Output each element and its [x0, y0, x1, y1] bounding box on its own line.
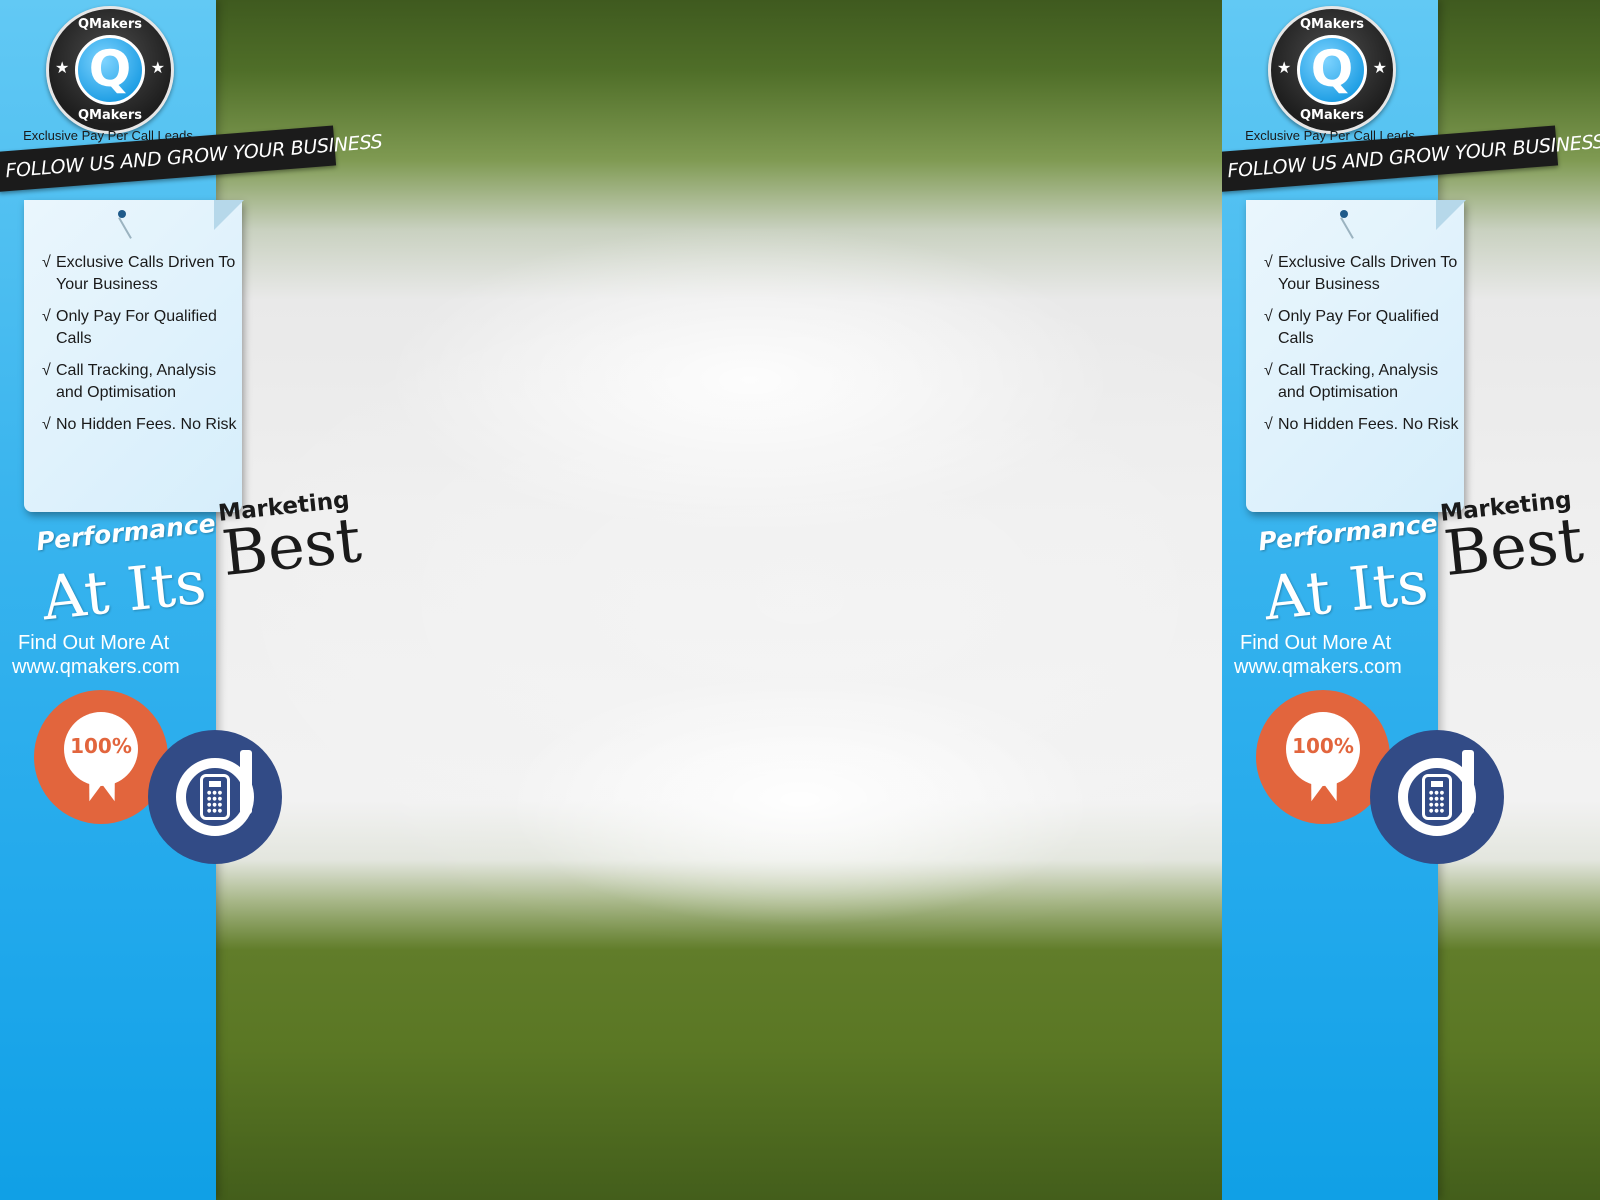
benefit-text: Call Tracking, Analysis and Optimisation [1278, 362, 1439, 401]
phone-call-icon: ●●● ●●● ●●● ●●● [148, 730, 282, 864]
phone-keypad: ●●● ●●● ●●● ●●● [1429, 790, 1446, 814]
benefit-text: Only Pay For Qualified Calls [56, 308, 217, 347]
badge-seal: 100% [1286, 712, 1360, 786]
mobile-phone-icon: ●●● ●●● ●●● ●●● [1422, 774, 1452, 820]
qmakers-logo[interactable]: QMakers ★ ★ Q QMakers [1268, 6, 1396, 134]
phone-keypad: ●●● ●●● ●●● ●●● [207, 790, 224, 814]
logo-text-top: QMakers [77, 17, 143, 32]
logo-letter: Q [1310, 40, 1354, 98]
list-item: √ Only Pay For Qualified Calls [42, 306, 238, 350]
benefits-list: √ Exclusive Calls Driven To Your Business… [1264, 252, 1460, 446]
star-icon: ★ [1277, 58, 1292, 77]
mobile-phone-icon: ●●● ●●● ●●● ●●● [200, 774, 230, 820]
pushpin-needle [118, 217, 132, 239]
benefit-text: Exclusive Calls Driven To Your Business [56, 254, 236, 293]
check-icon: √ [42, 362, 51, 379]
list-item: √ No Hidden Fees. No Risk [1264, 414, 1460, 436]
right-sidebar-ad: QMakers ★ ★ Q QMakers Exclusive Pay Per … [1222, 0, 1600, 1200]
find-more-label: Find Out More At [1240, 632, 1392, 654]
slogan-best: Best [218, 502, 365, 591]
star-icon: ★ [55, 58, 70, 77]
logo-letter: Q [88, 40, 132, 98]
find-more-label: Find Out More At [18, 632, 170, 654]
benefits-note: √ Exclusive Calls Driven To Your Business… [1246, 200, 1466, 512]
badge-seal: 100% [64, 712, 138, 786]
benefit-text: Exclusive Calls Driven To Your Business [1278, 254, 1458, 293]
check-icon: √ [42, 308, 51, 325]
page-curl-icon [1436, 200, 1466, 230]
page-curl-icon [214, 200, 244, 230]
check-icon: √ [42, 416, 51, 433]
benefits-note: √ Exclusive Calls Driven To Your Business… [24, 200, 244, 512]
phone-screen [1431, 781, 1443, 787]
logo-text-bottom: QMakers [77, 108, 143, 123]
logo-q-circle: Q [75, 35, 145, 105]
list-item: √ Exclusive Calls Driven To Your Business [42, 252, 238, 296]
check-icon: √ [1264, 362, 1273, 379]
website-link[interactable]: www.qmakers.com [1234, 656, 1402, 679]
list-item: √ Call Tracking, Analysis and Optimisatio… [1264, 360, 1460, 404]
logo-q-circle: Q [1297, 35, 1367, 105]
list-item: √ No Hidden Fees. No Risk [42, 414, 238, 436]
phone-call-icon: ●●● ●●● ●●● ●●● [1370, 730, 1504, 864]
logo-text-top: QMakers [1299, 17, 1365, 32]
list-item: √ Exclusive Calls Driven To Your Business [1264, 252, 1460, 296]
benefit-text: Call Tracking, Analysis and Optimisation [56, 362, 217, 401]
logo-text-bottom: QMakers [1299, 108, 1365, 123]
pushpin-needle [1340, 217, 1354, 239]
benefit-text: No Hidden Fees. No Risk [56, 416, 237, 433]
phone-stem [240, 750, 252, 814]
benefits-list: √ Exclusive Calls Driven To Your Business… [42, 252, 238, 446]
list-item: √ Only Pay For Qualified Calls [1264, 306, 1460, 350]
benefit-text: Only Pay For Qualified Calls [1278, 308, 1439, 347]
benefit-text: No Hidden Fees. No Risk [1278, 416, 1459, 433]
website-link[interactable]: www.qmakers.com [12, 656, 180, 679]
qmakers-logo[interactable]: QMakers ★ ★ Q QMakers [46, 6, 174, 134]
star-icon: ★ [150, 58, 165, 77]
list-item: √ Call Tracking, Analysis and Optimisatio… [42, 360, 238, 404]
check-icon: √ [1264, 308, 1273, 325]
star-icon: ★ [1372, 58, 1387, 77]
check-icon: √ [42, 254, 51, 271]
phone-screen [209, 781, 221, 787]
left-sidebar-ad: QMakers ★ ★ Q QMakers Exclusive Pay Per … [0, 0, 400, 1200]
guarantee-text: 100% [70, 734, 132, 758]
slogan-best: Best [1440, 502, 1587, 591]
check-icon: √ [1264, 254, 1273, 271]
phone-stem [1462, 750, 1474, 814]
check-icon: √ [1264, 416, 1273, 433]
guarantee-text: 100% [1292, 734, 1354, 758]
